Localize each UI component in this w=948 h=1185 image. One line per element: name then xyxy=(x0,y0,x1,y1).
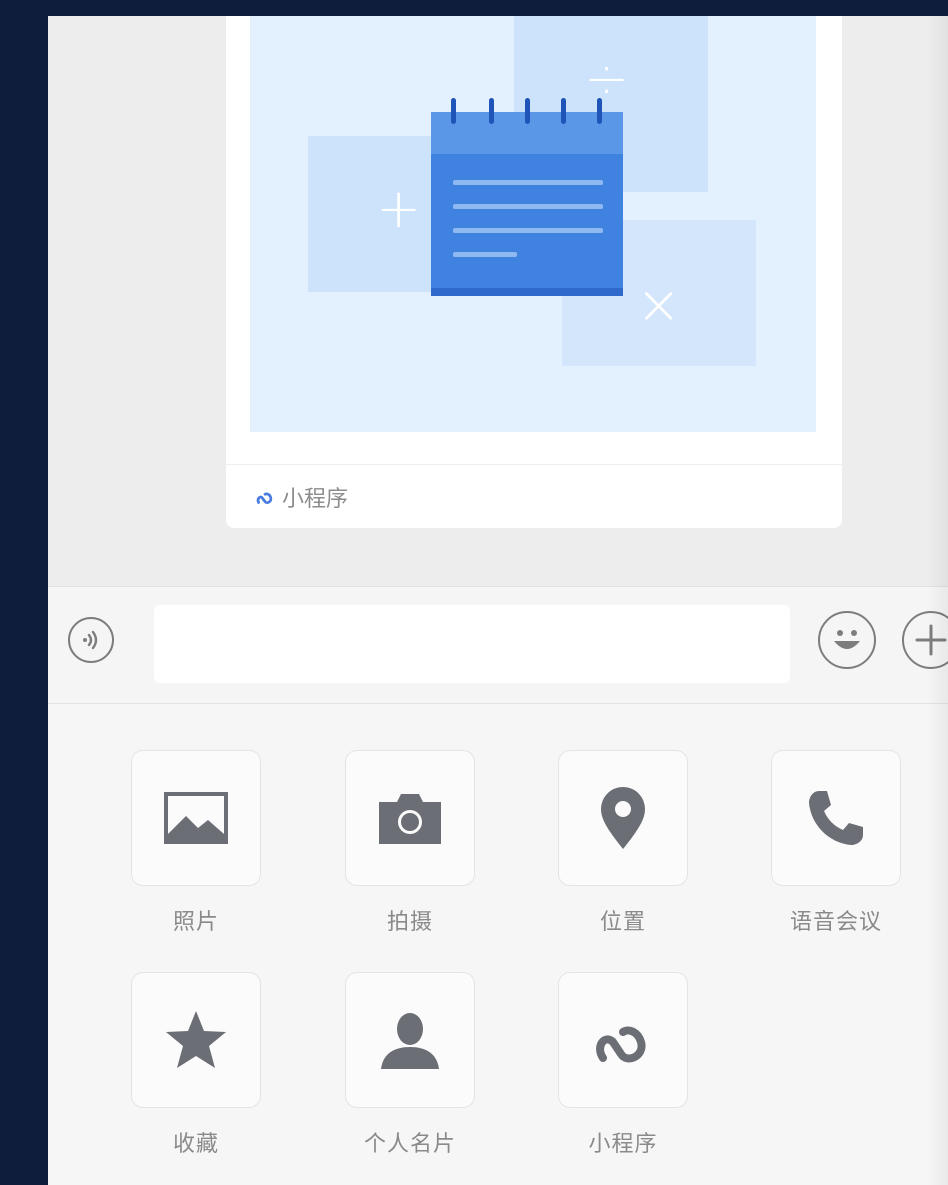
mini-program-card[interactable]: ÷ + × 小程序 xyxy=(226,16,842,528)
panel-item-label: 拍摄 xyxy=(386,910,433,935)
favorites-button[interactable] xyxy=(131,972,261,1108)
panel-item-contact-card[interactable]: 个人名片 xyxy=(340,972,480,1158)
panel-item-camera[interactable]: 拍摄 xyxy=(340,750,480,936)
edge-shadow xyxy=(926,16,948,1185)
divide-symbol: ÷ xyxy=(584,47,630,110)
message-input[interactable] xyxy=(154,605,790,683)
voice-meeting-button[interactable] xyxy=(771,750,901,886)
voice-icon xyxy=(83,630,98,650)
panel-item-label: 收藏 xyxy=(172,1132,219,1157)
panel-item-mini-program[interactable]: 小程序 xyxy=(553,972,693,1158)
chat-screen: ÷ + × 小程序 照片 拍摄 位置 语音会议 收藏 个人名片 小程序 xyxy=(48,16,948,1185)
camera-icon xyxy=(379,794,441,844)
voice-button[interactable] xyxy=(68,617,114,663)
chat-input-bar xyxy=(48,586,948,704)
panel-item-label: 语音会议 xyxy=(789,910,882,935)
phone-icon xyxy=(809,791,863,845)
panel-item-label: 个人名片 xyxy=(363,1132,456,1157)
photo-icon xyxy=(164,792,228,844)
panel-item-label: 小程序 xyxy=(588,1132,658,1157)
panel-item-location[interactable]: 位置 xyxy=(553,750,693,936)
times-symbol: × xyxy=(636,273,682,336)
panel-item-photo[interactable]: 照片 xyxy=(126,750,266,936)
contact-card-button[interactable] xyxy=(345,972,475,1108)
emoji-icon xyxy=(834,630,860,649)
more-functions-panel: 照片 拍摄 位置 语音会议 收藏 个人名片 小程序 xyxy=(48,704,948,1185)
panel-item-voice-meeting[interactable]: 语音会议 xyxy=(766,750,906,936)
location-icon xyxy=(601,787,645,849)
location-button[interactable] xyxy=(558,750,688,886)
star-icon xyxy=(166,1011,226,1068)
panel-item-label: 位置 xyxy=(599,910,646,935)
camera-button[interactable] xyxy=(345,750,475,886)
mini-program-icon xyxy=(596,1026,646,1063)
panel-item-label: 照片 xyxy=(172,910,219,935)
photo-button[interactable] xyxy=(131,750,261,886)
plus-symbol: + xyxy=(376,177,422,240)
mini-program-icon xyxy=(256,492,273,505)
mini-program-button[interactable] xyxy=(558,972,688,1108)
emoji-button[interactable] xyxy=(818,611,876,669)
panel-item-favorites[interactable]: 收藏 xyxy=(126,972,266,1158)
notebook-icon xyxy=(431,98,623,296)
mini-program-label: 小程序 xyxy=(282,487,349,512)
person-icon xyxy=(381,1013,439,1069)
mini-program-card-footer: 小程序 xyxy=(226,464,842,529)
mini-program-cover-image: ÷ + × xyxy=(250,16,816,432)
